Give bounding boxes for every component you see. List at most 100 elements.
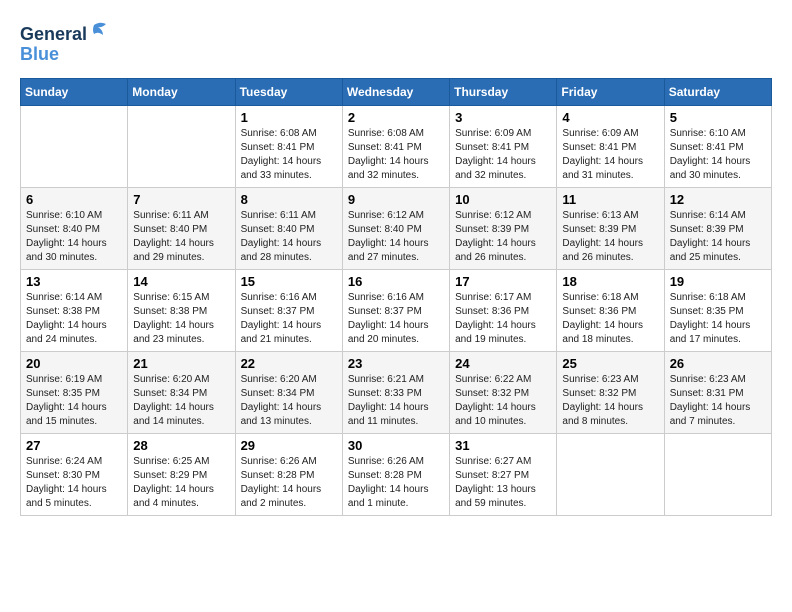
- calendar-cell: [664, 434, 771, 516]
- logo-svg: GeneralBlue: [20, 20, 120, 68]
- calendar-week-row: 6Sunrise: 6:10 AM Sunset: 8:40 PM Daylig…: [21, 188, 772, 270]
- day-number: 5: [670, 110, 766, 125]
- calendar-cell: 17Sunrise: 6:17 AM Sunset: 8:36 PM Dayli…: [450, 270, 557, 352]
- day-number: 2: [348, 110, 444, 125]
- calendar-cell: 28Sunrise: 6:25 AM Sunset: 8:29 PM Dayli…: [128, 434, 235, 516]
- day-number: 1: [241, 110, 337, 125]
- calendar-week-row: 1 Sunrise: 6:08 AM Sunset: 8:41 PM Daylig…: [21, 106, 772, 188]
- day-number: 11: [562, 192, 658, 207]
- calendar-week-row: 20 Sunrise: 6:19 AM Sunset: 8:35 PM Dayli…: [21, 352, 772, 434]
- day-number: 15: [241, 274, 337, 289]
- calendar-cell: 30 Sunrise: 6:26 AM Sunset: 8:28 PM Dayli…: [342, 434, 449, 516]
- weekday-header-row: SundayMondayTuesdayWednesdayThursdayFrid…: [21, 79, 772, 106]
- day-info: Sunrise: 6:16 AM Sunset: 8:37 PM Dayligh…: [241, 291, 337, 347]
- day-info: Sunrise: 6:14 AM Sunset: 8:38 PM Dayligh…: [26, 291, 122, 347]
- calendar-cell: 4 Sunrise: 6:09 AM Sunset: 8:41 PM Daylig…: [557, 106, 664, 188]
- day-info: Sunrise: 6:08 AM Sunset: 8:41 PM Dayligh…: [348, 127, 444, 183]
- calendar-cell: 15 Sunrise: 6:16 AM Sunset: 8:37 PM Dayli…: [235, 270, 342, 352]
- page-header: GeneralBlue: [20, 20, 772, 68]
- calendar-cell: 23 Sunrise: 6:21 AM Sunset: 8:33 PM Dayli…: [342, 352, 449, 434]
- day-info: Sunrise: 6:23 AM Sunset: 8:31 PM Dayligh…: [670, 373, 766, 429]
- calendar-cell: 26 Sunrise: 6:23 AM Sunset: 8:31 PM Dayli…: [664, 352, 771, 434]
- calendar-cell: 31 Sunrise: 6:27 AM Sunset: 8:27 PM Dayli…: [450, 434, 557, 516]
- day-number: 22: [241, 356, 337, 371]
- day-number: 26: [670, 356, 766, 371]
- day-number: 18: [562, 274, 658, 289]
- day-info: Sunrise: 6:24 AM Sunset: 8:30 PM Dayligh…: [26, 455, 122, 511]
- calendar-cell: 7 Sunrise: 6:11 AM Sunset: 8:40 PM Daylig…: [128, 188, 235, 270]
- day-number: 31: [455, 438, 551, 453]
- weekday-header-friday: Friday: [557, 79, 664, 106]
- weekday-header-sunday: Sunday: [21, 79, 128, 106]
- day-number: 24: [455, 356, 551, 371]
- day-number: 16: [348, 274, 444, 289]
- day-info: Sunrise: 6:20 AM Sunset: 8:34 PM Dayligh…: [133, 373, 229, 429]
- day-info: Sunrise: 6:26 AM Sunset: 8:28 PM Dayligh…: [348, 455, 444, 511]
- day-info: Sunrise: 6:27 AM Sunset: 8:27 PM Dayligh…: [455, 455, 551, 511]
- svg-text:Blue: Blue: [20, 44, 59, 64]
- calendar-cell: [21, 106, 128, 188]
- day-info: Sunrise: 6:11 AM Sunset: 8:40 PM Dayligh…: [241, 209, 337, 265]
- calendar-table: SundayMondayTuesdayWednesdayThursdayFrid…: [20, 78, 772, 516]
- day-info: Sunrise: 6:10 AM Sunset: 8:41 PM Dayligh…: [670, 127, 766, 183]
- day-number: 29: [241, 438, 337, 453]
- calendar-cell: 2 Sunrise: 6:08 AM Sunset: 8:41 PM Daylig…: [342, 106, 449, 188]
- calendar-cell: 8Sunrise: 6:11 AM Sunset: 8:40 PM Daylig…: [235, 188, 342, 270]
- day-number: 27: [26, 438, 122, 453]
- day-info: Sunrise: 6:20 AM Sunset: 8:34 PM Dayligh…: [241, 373, 337, 429]
- weekday-header-thursday: Thursday: [450, 79, 557, 106]
- day-number: 7: [133, 192, 229, 207]
- day-number: 17: [455, 274, 551, 289]
- weekday-header-saturday: Saturday: [664, 79, 771, 106]
- day-info: Sunrise: 6:12 AM Sunset: 8:39 PM Dayligh…: [455, 209, 551, 265]
- calendar-cell: 20 Sunrise: 6:19 AM Sunset: 8:35 PM Dayli…: [21, 352, 128, 434]
- weekday-header-wednesday: Wednesday: [342, 79, 449, 106]
- day-number: 4: [562, 110, 658, 125]
- svg-text:General: General: [20, 24, 87, 44]
- day-number: 20: [26, 356, 122, 371]
- calendar-cell: [557, 434, 664, 516]
- day-number: 9: [348, 192, 444, 207]
- day-info: Sunrise: 6:11 AM Sunset: 8:40 PM Dayligh…: [133, 209, 229, 265]
- day-number: 10: [455, 192, 551, 207]
- calendar-cell: 25Sunrise: 6:23 AM Sunset: 8:32 PM Dayli…: [557, 352, 664, 434]
- day-number: 12: [670, 192, 766, 207]
- calendar-cell: 13 Sunrise: 6:14 AM Sunset: 8:38 PM Dayli…: [21, 270, 128, 352]
- calendar-cell: 10 Sunrise: 6:12 AM Sunset: 8:39 PM Dayli…: [450, 188, 557, 270]
- day-info: Sunrise: 6:23 AM Sunset: 8:32 PM Dayligh…: [562, 373, 658, 429]
- day-number: 19: [670, 274, 766, 289]
- day-info: Sunrise: 6:21 AM Sunset: 8:33 PM Dayligh…: [348, 373, 444, 429]
- day-info: Sunrise: 6:19 AM Sunset: 8:35 PM Dayligh…: [26, 373, 122, 429]
- calendar-cell: 16 Sunrise: 6:16 AM Sunset: 8:37 PM Dayli…: [342, 270, 449, 352]
- calendar-cell: 14 Sunrise: 6:15 AM Sunset: 8:38 PM Dayli…: [128, 270, 235, 352]
- calendar-cell: 5 Sunrise: 6:10 AM Sunset: 8:41 PM Daylig…: [664, 106, 771, 188]
- calendar-cell: 29Sunrise: 6:26 AM Sunset: 8:28 PM Dayli…: [235, 434, 342, 516]
- day-number: 30: [348, 438, 444, 453]
- weekday-header-tuesday: Tuesday: [235, 79, 342, 106]
- calendar-cell: 22 Sunrise: 6:20 AM Sunset: 8:34 PM Dayli…: [235, 352, 342, 434]
- day-number: 13: [26, 274, 122, 289]
- calendar-cell: 18 Sunrise: 6:18 AM Sunset: 8:36 PM Dayli…: [557, 270, 664, 352]
- day-info: Sunrise: 6:08 AM Sunset: 8:41 PM Dayligh…: [241, 127, 337, 183]
- day-number: 6: [26, 192, 122, 207]
- day-info: Sunrise: 6:18 AM Sunset: 8:35 PM Dayligh…: [670, 291, 766, 347]
- calendar-cell: 6Sunrise: 6:10 AM Sunset: 8:40 PM Daylig…: [21, 188, 128, 270]
- day-info: Sunrise: 6:16 AM Sunset: 8:37 PM Dayligh…: [348, 291, 444, 347]
- day-info: Sunrise: 6:25 AM Sunset: 8:29 PM Dayligh…: [133, 455, 229, 511]
- calendar-cell: 11Sunrise: 6:13 AM Sunset: 8:39 PM Dayli…: [557, 188, 664, 270]
- calendar-cell: 24 Sunrise: 6:22 AM Sunset: 8:32 PM Dayli…: [450, 352, 557, 434]
- day-number: 14: [133, 274, 229, 289]
- day-info: Sunrise: 6:18 AM Sunset: 8:36 PM Dayligh…: [562, 291, 658, 347]
- calendar-cell: 27 Sunrise: 6:24 AM Sunset: 8:30 PM Dayli…: [21, 434, 128, 516]
- logo: GeneralBlue: [20, 20, 120, 68]
- calendar-cell: 19 Sunrise: 6:18 AM Sunset: 8:35 PM Dayli…: [664, 270, 771, 352]
- calendar-cell: 1 Sunrise: 6:08 AM Sunset: 8:41 PM Daylig…: [235, 106, 342, 188]
- day-info: Sunrise: 6:09 AM Sunset: 8:41 PM Dayligh…: [562, 127, 658, 183]
- day-info: Sunrise: 6:09 AM Sunset: 8:41 PM Dayligh…: [455, 127, 551, 183]
- calendar-week-row: 27 Sunrise: 6:24 AM Sunset: 8:30 PM Dayli…: [21, 434, 772, 516]
- calendar-cell: 21Sunrise: 6:20 AM Sunset: 8:34 PM Dayli…: [128, 352, 235, 434]
- day-number: 23: [348, 356, 444, 371]
- calendar-cell: [128, 106, 235, 188]
- day-info: Sunrise: 6:15 AM Sunset: 8:38 PM Dayligh…: [133, 291, 229, 347]
- day-info: Sunrise: 6:22 AM Sunset: 8:32 PM Dayligh…: [455, 373, 551, 429]
